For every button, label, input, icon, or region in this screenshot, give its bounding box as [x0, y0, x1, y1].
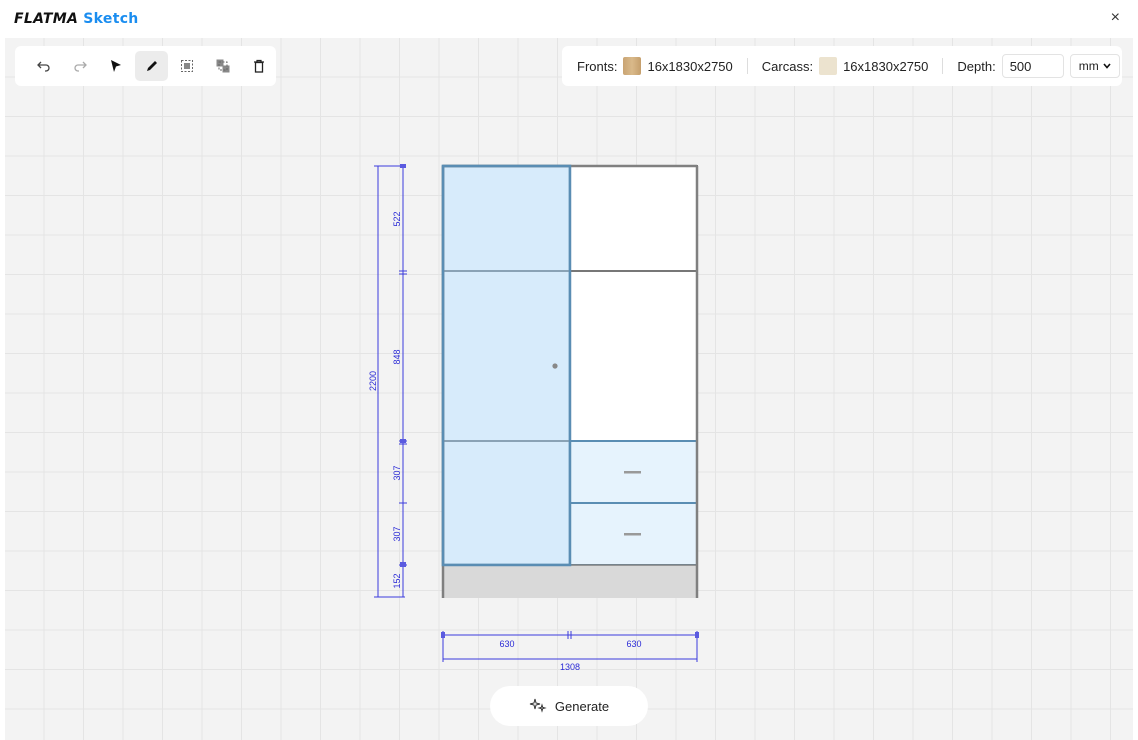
draw-button[interactable]	[134, 51, 169, 81]
fronts-value[interactable]: 16x1830x2750	[647, 59, 732, 74]
title-bar: FLATMA Sketch ×	[0, 0, 1138, 38]
fronts-material-swatch[interactable]	[623, 57, 642, 75]
carcass-value[interactable]: 16x1830x2750	[843, 59, 928, 74]
frame-select-icon	[181, 60, 194, 72]
brand-name: FLATMA	[14, 11, 79, 27]
divider	[746, 58, 748, 74]
undo-icon	[37, 61, 50, 72]
close-icon[interactable]: ×	[1111, 9, 1120, 27]
right-middle-compartment[interactable]	[569, 270, 698, 442]
unit-value: mm	[1078, 59, 1099, 73]
undo-button[interactable]	[27, 51, 61, 81]
divider	[942, 58, 944, 74]
fronts-label: Fronts:	[577, 58, 618, 74]
frame-select-button[interactable]	[170, 51, 204, 81]
trash-icon	[254, 59, 265, 73]
unit-select[interactable]: mm	[1069, 54, 1120, 78]
app-logo: FLATMA Sketch	[14, 11, 139, 27]
redo-button[interactable]	[63, 51, 97, 81]
sparkle-icon	[529, 698, 547, 713]
depth-input[interactable]: 500	[1001, 54, 1064, 78]
select-button[interactable]	[99, 51, 133, 81]
generate-button[interactable]: Generate	[490, 686, 648, 726]
redo-icon	[74, 61, 87, 72]
drawer-upper[interactable]	[569, 440, 698, 504]
frame-deselect-icon	[216, 59, 230, 73]
left-door-panel[interactable]	[441, 164, 572, 567]
delete-button[interactable]	[242, 51, 276, 81]
brand-product: Sketch	[83, 11, 139, 27]
pencil-icon	[146, 61, 157, 71]
chevron-down-icon	[1103, 63, 1111, 69]
toolbar	[15, 46, 276, 86]
right-top-compartment[interactable]	[569, 165, 698, 272]
drawer-lower[interactable]	[569, 502, 698, 566]
select-pointer-icon	[110, 60, 121, 72]
depth-label: Depth:	[957, 58, 996, 74]
carcass-label: Carcass:	[761, 58, 814, 74]
frame-deselect-button[interactable]	[206, 51, 240, 81]
plinth[interactable]	[443, 565, 697, 598]
generate-label: Generate	[554, 698, 610, 714]
carcass-material-swatch[interactable]	[819, 57, 838, 75]
properties-panel: Fronts: 16x1830x2750 Carcass: 16x1830x27…	[562, 46, 1122, 86]
